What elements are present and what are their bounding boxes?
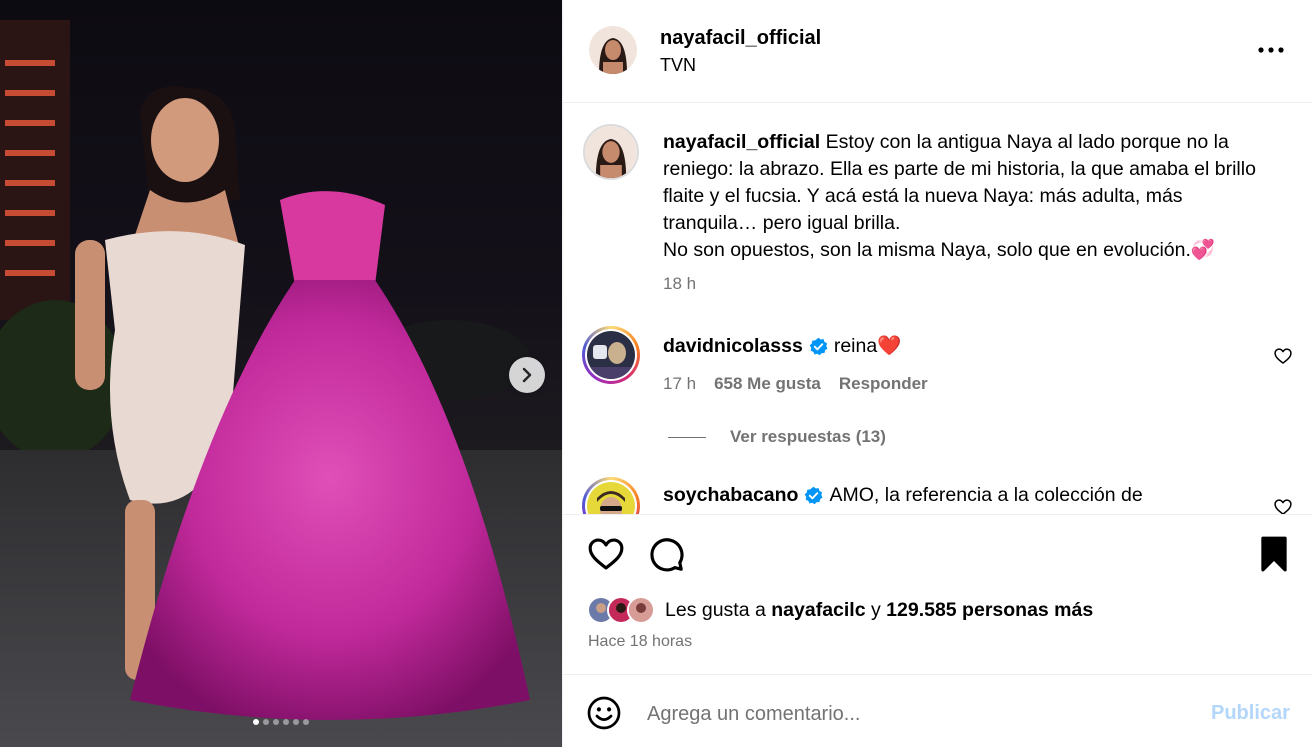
comment-text: AMO, la referencia a la colección de <box>829 484 1143 506</box>
comment-row: davidnicolasss reina❤️ <box>663 334 901 358</box>
comment-text: reina❤️ <box>833 335 902 357</box>
caption-body-line2: No son opuestos, son la misma Naya, solo… <box>663 239 1216 261</box>
caption-text: nayafacil_official Estoy con la antigua … <box>663 129 1263 264</box>
post-location[interactable]: TVN <box>660 55 696 76</box>
comment-icon[interactable] <box>647 535 685 573</box>
carousel-dot <box>273 719 279 725</box>
post-timestamp[interactable]: Hace 18 horas <box>588 633 692 651</box>
likes-user-link[interactable]: nayafacilc <box>771 599 865 622</box>
liker-avatar <box>627 596 655 624</box>
comment-likes[interactable]: 658 Me gusta <box>714 374 821 394</box>
comment-row: soychabacano AMO, la referencia a la col… <box>663 484 1143 507</box>
next-slide-button[interactable] <box>509 357 545 393</box>
author-avatar[interactable] <box>589 26 637 74</box>
comment-composer: Publicar <box>563 674 1312 747</box>
comment-timestamp[interactable]: 17 h <box>663 374 696 394</box>
verified-badge-icon <box>805 486 823 505</box>
comments-list[interactable]: nayafacil_official Estoy con la antigua … <box>563 104 1312 514</box>
replies-divider <box>668 436 706 438</box>
caption-timestamp[interactable]: 18 h <box>663 274 696 294</box>
more-options-button[interactable] <box>1253 38 1289 62</box>
heart-icon[interactable] <box>587 535 625 573</box>
like-comment-icon[interactable] <box>1273 346 1293 366</box>
comment-avatar[interactable] <box>582 477 640 514</box>
post-photo <box>0 20 562 747</box>
view-replies-button[interactable]: Ver respuestas (13) <box>668 427 886 447</box>
bookmark-icon[interactable] <box>1255 535 1293 573</box>
liker-avatars[interactable] <box>587 596 655 624</box>
comment-username[interactable]: davidnicolasss <box>663 335 803 358</box>
author-username[interactable]: nayafacil_official <box>660 27 821 50</box>
post-media[interactable] <box>0 0 562 747</box>
post-header: nayafacil_official TVN <box>563 0 1312 103</box>
carousel-dot <box>293 719 299 725</box>
post-panel: nayafacil_official TVN nayafacil_officia… <box>562 0 1312 747</box>
likes-count-link[interactable]: 129.585 personas más <box>886 599 1093 622</box>
comment-avatar[interactable] <box>582 326 640 384</box>
likes-middle: y <box>865 598 887 621</box>
comment-username[interactable]: soychabacano <box>663 484 798 507</box>
more-horizontal-icon <box>1258 47 1284 53</box>
comment-input[interactable] <box>647 699 1187 729</box>
view-replies-label: Ver respuestas (13) <box>730 427 886 446</box>
likes-prefix: Les gusta a <box>665 598 772 621</box>
smiley-icon[interactable] <box>586 695 622 731</box>
publish-button[interactable]: Publicar <box>1211 702 1290 725</box>
carousel-indicator <box>0 719 562 725</box>
comment-meta: 17 h 658 Me gusta Responder <box>663 374 928 394</box>
carousel-dot <box>263 719 269 725</box>
carousel-dot <box>303 719 309 725</box>
post-actions: Les gusta a nayafacilc y 129.585 persona… <box>563 514 1312 674</box>
reply-button[interactable]: Responder <box>839 374 928 394</box>
carousel-dot <box>253 719 259 725</box>
like-comment-icon[interactable] <box>1273 497 1293 514</box>
verified-badge-icon <box>809 337 828 355</box>
carousel-dot <box>283 719 289 725</box>
caption-username[interactable]: nayafacil_official <box>663 131 820 153</box>
chevron-right-icon <box>522 367 532 383</box>
likes-summary: Les gusta a nayafacilc y 129.585 persona… <box>587 596 1093 624</box>
caption-avatar[interactable] <box>583 124 639 180</box>
